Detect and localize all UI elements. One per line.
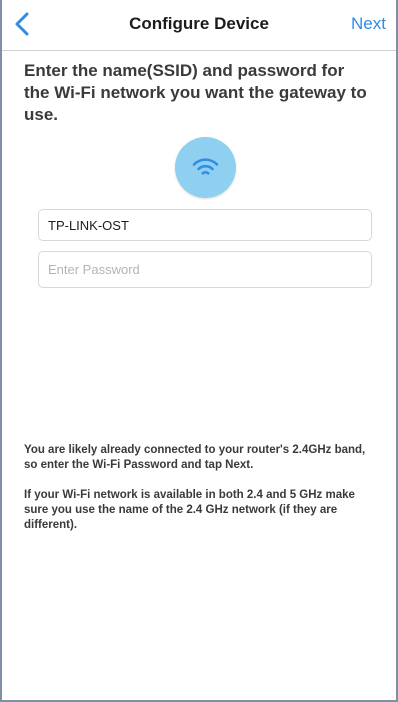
dual-band-info-text: If your Wi-Fi network is available in bo…	[24, 489, 355, 531]
configure-device-screen: Configure Device Next Enter the name(SSI…	[0, 0, 398, 702]
ssid-input[interactable]	[38, 209, 372, 241]
navigation-bar: Configure Device Next	[2, 0, 396, 51]
wifi-badge	[175, 137, 236, 198]
password-input[interactable]	[38, 251, 372, 288]
instructions-heading: Enter the name(SSID) and password for th…	[24, 61, 367, 124]
next-button[interactable]: Next	[351, 14, 386, 34]
band-info-text: You are likely already connected to your…	[24, 444, 366, 471]
wifi-icon	[192, 158, 219, 175]
page-title: Configure Device	[129, 14, 269, 33]
